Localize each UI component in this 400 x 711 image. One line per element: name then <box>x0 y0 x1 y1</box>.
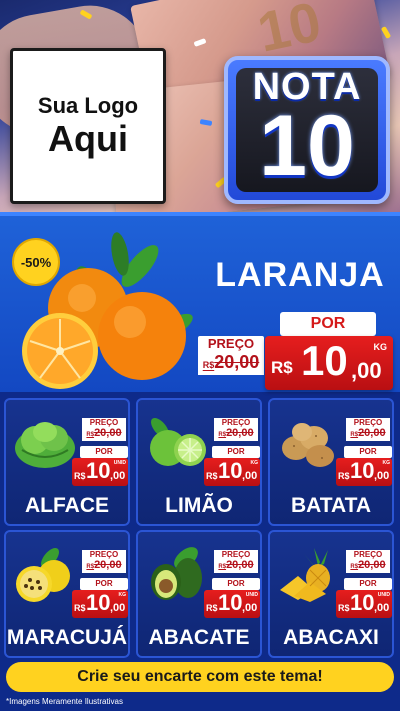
por-label: POR <box>80 446 128 458</box>
old-price-tag: PREÇO R$20,00 <box>346 550 390 573</box>
product-name: ABACAXI <box>283 626 379 649</box>
lime-icon <box>150 418 206 466</box>
avocado-icon <box>151 547 202 600</box>
confetti-icon <box>380 26 392 39</box>
product-card[interactable]: PREÇO R$20,00 POR R$ 10,00 UNID ABACATE <box>136 530 262 658</box>
logo-text-line1: Sua Logo <box>37 93 139 118</box>
old-price-tag: PREÇO R$20,00 <box>214 418 258 441</box>
cta-banner[interactable]: Crie seu encarte com este tema! <box>6 662 394 692</box>
current-price-tag: R$ 10,00 KG <box>72 590 128 618</box>
product-name: LIMÃO <box>165 494 233 517</box>
featured-product-name: LARANJA <box>215 256 385 294</box>
por-label: POR <box>212 578 260 590</box>
current-price-tag: R$ 10,00 KG <box>336 458 392 486</box>
preco-label: PREÇO <box>198 336 264 352</box>
product-card[interactable]: PREÇO R$20,00 POR R$ 10,00 KG BATATA <box>268 398 394 526</box>
old-price-tag: PREÇO R$20,00 <box>198 336 264 375</box>
lettuce-icon <box>15 422 75 468</box>
old-price-tag: PREÇO R$20,00 <box>82 550 126 573</box>
featured-offer[interactable]: -50% LARANJA POR PREÇO R$20,00 R$ 10 ,00… <box>0 212 400 392</box>
current-price-tag: R$ 10,00 KG <box>204 458 260 486</box>
discount-badge: -50% <box>12 238 60 286</box>
logo-text-line2: Aqui <box>48 118 128 160</box>
product-name: MARACUJÁ <box>6 626 128 649</box>
por-label: POR <box>344 446 392 458</box>
pineapple-icon <box>280 548 330 602</box>
product-card[interactable]: PREÇO R$20,00 POR R$ 10,00 UNID ABACAXI <box>268 530 394 658</box>
por-label: POR <box>344 578 392 590</box>
nota-10-badge: NOTA 10 <box>224 56 390 204</box>
badge-number: 10 <box>259 98 355 195</box>
product-card[interactable]: PREÇO R$20,00 POR R$ 10,00 KG LIMÃO <box>136 398 262 526</box>
logo-placeholder[interactable]: Sua Logo Aqui <box>10 48 166 204</box>
por-label: POR <box>212 446 260 458</box>
product-card[interactable]: PREÇO R$20,00 POR R$ 10,00 UNID ALFACE <box>4 398 130 526</box>
current-price-tag: R$ 10,00 UNID <box>204 590 260 618</box>
current-price-tag: R$ 10 ,00 KG <box>265 336 393 390</box>
product-card[interactable]: PREÇO R$20,00 POR R$ 10,00 KG MARACUJÁ <box>4 530 130 658</box>
old-price-tag: PREÇO R$20,00 <box>214 550 258 573</box>
price-decimal: ,00 <box>351 358 382 383</box>
product-name: ALFACE <box>25 494 109 517</box>
disclaimer: *Imagens Meramente Ilustrativas <box>6 697 123 706</box>
current-price-tag: R$ 10,00 UNID <box>336 590 392 618</box>
price-integer: 10 <box>301 337 348 384</box>
old-price: R$20,00 <box>198 352 264 375</box>
price-unit: KG <box>373 342 388 352</box>
por-label: POR <box>280 312 376 336</box>
old-price-tag: PREÇO R$20,00 <box>82 418 126 441</box>
passion-fruit-icon <box>16 548 70 602</box>
old-price-tag: PREÇO R$20,00 <box>346 418 390 441</box>
potato-icon <box>282 423 334 467</box>
current-price-tag: R$ 10,00 UNID <box>72 458 128 486</box>
currency-symbol: R$ <box>271 358 293 377</box>
product-name: BATATA <box>290 494 372 517</box>
header-banner: 10 Sua Logo Aqui NOTA 10 <box>0 0 400 215</box>
por-label: POR <box>80 578 128 590</box>
product-name: ABACATE <box>148 626 250 649</box>
